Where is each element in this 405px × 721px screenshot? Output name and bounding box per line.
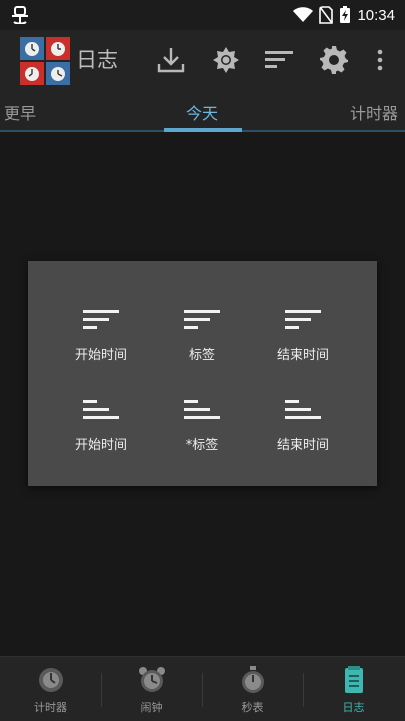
- sort-option-label: 标签: [188, 348, 215, 363]
- tab-indicator: [164, 128, 242, 132]
- sort-tag-asc[interactable]: *标签: [147, 398, 257, 453]
- bottom-navigation: 计时器 闹钟 秒表 日志: [0, 656, 405, 721]
- sort-descending-icon: [184, 310, 220, 329]
- download-icon: [157, 48, 185, 73]
- nav-alarm[interactable]: 闹钟: [101, 657, 202, 721]
- tab-bar: 更早 今天 计时器: [0, 90, 405, 132]
- sort-end-time-desc[interactable]: 结束时间: [248, 308, 358, 363]
- sort-button[interactable]: [263, 44, 295, 76]
- status-time: 10:34: [357, 6, 395, 24]
- settings-button[interactable]: [318, 44, 350, 76]
- app-title: 日志: [76, 48, 118, 72]
- battery-charging-icon: [340, 6, 351, 23]
- alarm-clock-icon: [138, 667, 165, 692]
- app-bar: 日志: [0, 30, 405, 90]
- sort-option-label: 结束时间: [276, 348, 329, 363]
- sort-option-label: 开始时间: [74, 348, 127, 363]
- sort-option-label: 开始时间: [74, 438, 127, 453]
- nav-label: 闹钟: [140, 701, 163, 714]
- nav-label: 计时器: [34, 701, 67, 714]
- tab-today[interactable]: 今天: [186, 100, 218, 124]
- tab-earlier[interactable]: 更早: [4, 100, 36, 124]
- tab-timer[interactable]: 计时器: [350, 100, 398, 124]
- sort-end-time-asc[interactable]: 结束时间: [248, 398, 358, 453]
- timer-icon: [38, 668, 63, 692]
- sort-descending-icon: [83, 310, 119, 329]
- sort-option-label: *标签: [185, 438, 219, 453]
- no-sim-icon: [319, 6, 334, 24]
- wifi-icon: [293, 7, 314, 22]
- nav-timer[interactable]: 计时器: [0, 657, 101, 721]
- download-button[interactable]: [155, 44, 187, 76]
- nav-label: 秒表: [241, 701, 264, 714]
- overflow-menu-button[interactable]: [364, 44, 396, 76]
- nav-label: 日志: [342, 701, 365, 714]
- nav-log[interactable]: 日志: [303, 657, 404, 721]
- sort-ascending-icon: [83, 400, 119, 419]
- sort-tag-desc[interactable]: 标签: [147, 308, 257, 363]
- sort-descending-icon: [285, 310, 321, 329]
- log-icon: [344, 666, 363, 693]
- sort-ascending-icon: [184, 400, 220, 419]
- sort-icon: [265, 51, 293, 68]
- stopwatch-icon: [241, 666, 264, 693]
- status-bar: 10:34: [0, 0, 405, 30]
- bug-icon: [12, 6, 28, 24]
- sort-ascending-icon: [285, 400, 321, 419]
- brightness-icon: [213, 47, 239, 73]
- nav-stopwatch[interactable]: 秒表: [202, 657, 303, 721]
- sort-dialog: 开始时间 标签 结束时间 开始时间 *标签 结束时间: [28, 261, 377, 486]
- sort-option-label: 结束时间: [276, 438, 329, 453]
- overflow-menu-icon: [377, 49, 383, 71]
- sort-start-time-desc[interactable]: 开始时间: [46, 308, 156, 363]
- brightness-button[interactable]: [210, 44, 242, 76]
- app-logo: [20, 37, 70, 85]
- settings-icon: [320, 46, 348, 74]
- sort-start-time-asc[interactable]: 开始时间: [46, 398, 156, 453]
